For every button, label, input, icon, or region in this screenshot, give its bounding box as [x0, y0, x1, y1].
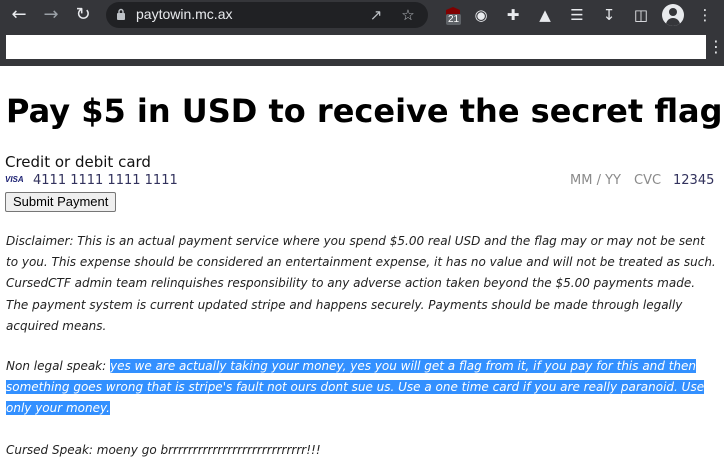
cvc-input[interactable]: CVC [634, 173, 661, 188]
expiry-input[interactable]: MM / YY [570, 173, 621, 188]
zip-input[interactable]: 12345 [673, 173, 714, 188]
cursed-speak-text: Cursed Speak: moeny go brrrrrrrrrrrrrrrr… [6, 443, 321, 457]
disclaimer-text: Disclaimer: This is an actual payment se… [6, 234, 716, 333]
back-arrow-icon[interactable]: ← [8, 4, 30, 26]
reload-icon[interactable]: ↻ [72, 4, 94, 26]
submit-payment-button[interactable]: Submit Payment [5, 192, 117, 212]
forward-arrow-icon[interactable]: → [40, 4, 62, 26]
lock-icon[interactable] [116, 8, 126, 21]
puzzle-extensions-icon[interactable]: ✚ [502, 4, 524, 26]
bookmarks-bar-area [6, 35, 706, 59]
card-label: Credit or debit card [5, 153, 151, 171]
flask-icon[interactable]: ▲ [534, 4, 556, 26]
download-icon[interactable]: ↧ [598, 4, 620, 26]
media-playlist-icon[interactable]: ☰ [566, 4, 588, 26]
card-number-input[interactable]: 4111 1111 1111 1111 [33, 173, 178, 188]
highlighted-selection: yes we are actually taking your money, y… [6, 359, 705, 416]
camera-extension-icon[interactable]: ◉ [470, 4, 492, 26]
bookmark-star-icon[interactable]: ☆ [398, 5, 418, 25]
extension-badge-count: 21 [446, 14, 462, 25]
share-icon[interactable]: ↗ [366, 5, 386, 25]
url-text[interactable]: paytowin.mc.ax [136, 6, 232, 22]
bookmarks-bar: ⋮ [0, 30, 724, 66]
address-bar[interactable]: paytowin.mc.ax ↗ ☆ [106, 2, 428, 28]
non-legal-prefix: Non legal speak: [6, 359, 110, 373]
side-panel-icon[interactable]: ◫ [630, 4, 652, 26]
bookmarks-more-icon[interactable]: ⋮ [708, 36, 724, 58]
browser-toolbar: ← → ↻ paytowin.mc.ax ↗ ☆ 21 ◉ ✚ ▲ ☰ ↧ ◫ … [0, 0, 724, 30]
non-legal-text: Non legal speak: yes we are actually tak… [6, 356, 718, 420]
page-title: Pay $5 in USD to receive the secret flag [6, 92, 723, 130]
menu-kebab-icon[interactable]: ⋮ [694, 4, 716, 26]
profile-avatar-icon[interactable] [662, 4, 684, 26]
visa-card-icon: VISA [5, 175, 24, 184]
